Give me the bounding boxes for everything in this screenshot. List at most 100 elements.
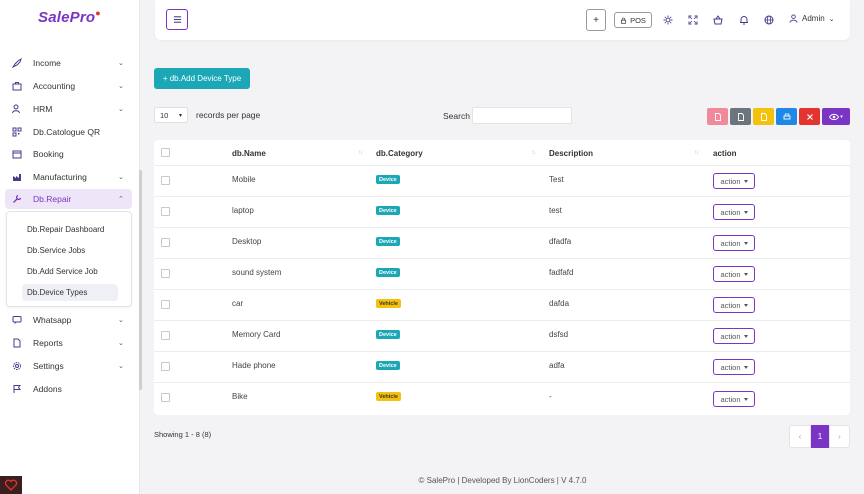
sidebar-item-label: Db.Repair [33, 194, 72, 204]
row-checkbox[interactable] [161, 331, 170, 340]
cell-name: Mobile [232, 175, 256, 184]
basket-icon[interactable] [712, 14, 723, 25]
submenu-item-repair-dashboard[interactable]: Db.Repair Dashboard [27, 225, 104, 234]
chevron-down-icon: ⌄ [118, 83, 124, 90]
sort-icon[interactable]: ↑↓ [531, 150, 536, 156]
sidebar-scrollbar[interactable] [139, 170, 142, 390]
action-dropdown[interactable]: action [713, 328, 755, 344]
category-badge: Device [376, 268, 400, 277]
sidebar-item-income[interactable]: Income ⌄ [5, 53, 132, 73]
sun-icon[interactable] [662, 14, 673, 25]
row-checkbox[interactable] [161, 269, 170, 278]
sidebar-item-reports[interactable]: Reports ⌄ [5, 333, 132, 353]
action-label: action [720, 238, 741, 248]
app-logo[interactable]: SalePro● [38, 8, 101, 26]
column-visibility-button[interactable]: ▾ [822, 108, 850, 125]
action-dropdown[interactable]: action [713, 204, 755, 220]
action-label: action [720, 176, 741, 186]
hamburger-icon [173, 16, 181, 23]
export-pdf-button[interactable] [707, 108, 728, 125]
page-size-select[interactable]: 10 ▾ [154, 107, 188, 123]
row-checkbox[interactable] [161, 362, 170, 371]
submenu-item-device-types[interactable]: Db.Device Types [22, 284, 118, 301]
action-dropdown[interactable]: action [713, 359, 755, 375]
action-label: action [720, 300, 741, 310]
sort-icon[interactable]: ↑↓ [358, 150, 363, 156]
row-checkbox[interactable] [161, 176, 170, 185]
row-checkbox[interactable] [161, 238, 170, 247]
action-dropdown[interactable]: action [713, 297, 755, 313]
row-divider [154, 289, 850, 290]
add-device-type-button[interactable]: + db.Add Device Type [154, 68, 250, 89]
submenu-item-service-jobs[interactable]: Db.Service Jobs [27, 246, 85, 255]
header-divider [154, 165, 850, 166]
chevron-down-icon: ⌄ [118, 174, 124, 181]
row-divider [154, 320, 850, 321]
sidebar-item-accounting[interactable]: Accounting ⌄ [5, 76, 132, 96]
pos-button[interactable]: POS [614, 12, 652, 28]
file-icon [737, 112, 744, 121]
row-checkbox[interactable] [161, 393, 170, 402]
action-label: action [720, 207, 741, 217]
globe-icon[interactable] [763, 14, 774, 25]
logo-dot-icon: ● [95, 8, 101, 18]
page-1-button[interactable]: 1 [811, 425, 829, 448]
sidebar-item-settings[interactable]: Settings ⌄ [5, 356, 132, 376]
action-label: action [720, 394, 741, 404]
row-checkbox[interactable] [161, 207, 170, 216]
caret-down-icon [743, 334, 748, 338]
sidebar-item-booking[interactable]: Booking [5, 144, 132, 164]
cell-name: laptop [232, 206, 254, 215]
search-input[interactable] [472, 107, 572, 124]
export-csv-button[interactable] [730, 108, 751, 125]
excel-icon [760, 112, 767, 121]
chat-icon [11, 314, 23, 326]
prev-page-button[interactable]: ‹ [789, 425, 811, 448]
caret-down-icon: ▾ [178, 112, 182, 119]
sidebar-item-whatsapp[interactable]: Whatsapp ⌄ [5, 310, 132, 330]
search-label: Search [443, 111, 470, 121]
column-header-name[interactable]: db.Name [232, 149, 266, 158]
select-all-checkbox[interactable] [161, 148, 170, 157]
category-badge: Device [376, 175, 400, 184]
sidebar-item-manufacturing[interactable]: Manufacturing ⌄ [5, 167, 132, 187]
sidebar: SalePro● Income ⌄ Accounting ⌄ HRM ⌄ Db.… [0, 0, 140, 494]
cell-name: Bike [232, 392, 248, 401]
action-dropdown[interactable]: action [713, 266, 755, 282]
action-dropdown[interactable]: action [713, 391, 755, 407]
user-menu[interactable]: Admin ⌄ [789, 14, 835, 23]
add-button[interactable]: + [586, 9, 606, 31]
action-dropdown[interactable]: action [713, 235, 755, 251]
delete-selected-button[interactable] [799, 108, 820, 125]
print-button[interactable] [776, 108, 797, 125]
row-divider [154, 196, 850, 197]
chevron-down-icon: ⌄ [828, 15, 835, 23]
row-divider [154, 227, 850, 228]
menu-toggle-button[interactable] [166, 9, 188, 30]
column-header-description[interactable]: Description [549, 149, 593, 158]
cell-description: test [549, 206, 562, 215]
sidebar-item-label: Db.Catologue QR [33, 127, 101, 137]
submenu-item-add-service-job[interactable]: Db.Add Service Job [27, 267, 98, 276]
row-checkbox[interactable] [161, 300, 170, 309]
repair-submenu: Db.Repair Dashboard Db.Service Jobs Db.A… [6, 211, 132, 307]
action-label: action [720, 269, 741, 279]
sidebar-item-addons[interactable]: Addons [5, 379, 132, 399]
caret-down-icon [743, 210, 748, 214]
cell-description: - [549, 392, 552, 401]
sidebar-item-label: Whatsapp [33, 315, 72, 325]
sidebar-item-repair[interactable]: Db.Repair ⌃ [5, 189, 132, 209]
sidebar-item-hrm[interactable]: HRM ⌄ [5, 99, 132, 119]
sidebar-item-catalogue-qr[interactable]: Db.Catologue QR [5, 122, 132, 142]
bell-icon[interactable] [738, 14, 749, 25]
chevron-up-icon: ⌃ [118, 196, 124, 203]
fullscreen-icon[interactable] [687, 14, 698, 25]
action-dropdown[interactable]: action [713, 173, 755, 189]
export-excel-button[interactable] [753, 108, 774, 125]
cell-description: adfa [549, 361, 565, 370]
sort-icon[interactable]: ↑↓ [694, 150, 699, 156]
column-header-category[interactable]: db.Category [376, 149, 423, 158]
close-icon [806, 113, 813, 120]
next-page-button[interactable]: › [829, 425, 850, 448]
file-icon [11, 337, 23, 349]
